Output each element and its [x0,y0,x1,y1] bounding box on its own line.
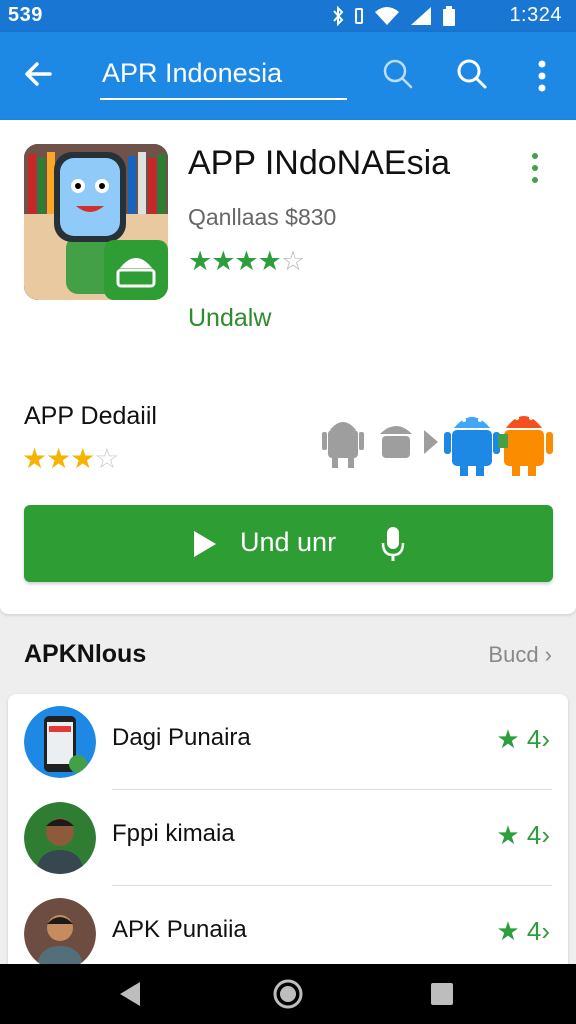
list-item-rating-badge: ★ 4› [496,724,550,754]
status-left-time: 539 [8,4,43,26]
nav-home-icon[interactable] [272,978,304,1010]
mic-icon [381,527,405,561]
signal-icon [411,7,431,25]
list-item-name: Fppi kimaia [112,820,235,847]
nav-recents-icon[interactable] [426,978,458,1010]
app-subtitle: Qanllaas $830 [188,204,337,230]
rating-half-star: ☆ [280,246,305,276]
avatar [24,802,96,874]
list-item-name: Dagi Punaira [112,724,251,751]
app-detail-card: APP INdoNAEsia Qanllaas $830 ★★★★☆ Undal… [0,120,576,614]
detail-rating-stars: ★★★☆ [22,442,119,475]
app-rating-stars: ★★★★☆ [188,246,305,277]
section-more-link[interactable]: Bucd › [488,642,552,668]
list-item-name: APK Punaiia [112,916,247,943]
detail-full-stars: ★★★ [22,443,95,474]
list-item[interactable]: Fppi kimaia ★ 4› [8,790,568,886]
play-icon [194,531,216,557]
status-clock: 1:324 [509,4,562,26]
app-bar: APR Indonesia [0,32,576,120]
search-icon[interactable] [456,58,488,90]
app-icon[interactable] [24,144,168,300]
status-bar: 539 1:324 [0,0,576,32]
search-underline [100,98,347,100]
app-name: APP INdoNAEsia [188,144,451,182]
app-install-link[interactable]: Undalw [188,304,271,333]
install-button-label: Und unr [240,527,337,557]
detail-half-star: ☆ [94,443,119,474]
more-vert-icon[interactable] [526,150,544,186]
list-item[interactable]: Dagi Punaira ★ 4› [8,694,568,790]
section-header: APKNlous Bucd › [0,622,576,686]
detail-title: APP Dedaiil [24,402,157,430]
status-icons [332,6,456,26]
install-button[interactable]: Und unr [24,505,553,582]
android-robots-icon [322,416,553,476]
search-icon[interactable] [382,58,414,90]
vibrate-icon [355,8,363,24]
battery-icon [443,6,455,26]
wifi-icon [375,7,399,25]
list-item-rating-badge: ★ 4› [496,820,550,850]
bluetooth-icon [333,6,344,26]
rating-full-stars: ★★★★ [188,246,282,276]
nav-back-icon[interactable] [114,978,146,1010]
avatar [24,898,96,970]
more-vert-icon[interactable] [530,58,554,94]
section-title: APKNlous [24,640,147,668]
back-arrow-icon[interactable] [20,56,56,92]
avatar [24,706,96,778]
navigation-bar [0,964,576,1024]
search-query-text[interactable]: APR Indonesia [102,58,282,89]
app-list: Dagi Punaira ★ 4› Fppi kimaia ★ 4› APK P… [8,694,568,994]
list-item-rating-badge: ★ 4› [496,916,550,946]
